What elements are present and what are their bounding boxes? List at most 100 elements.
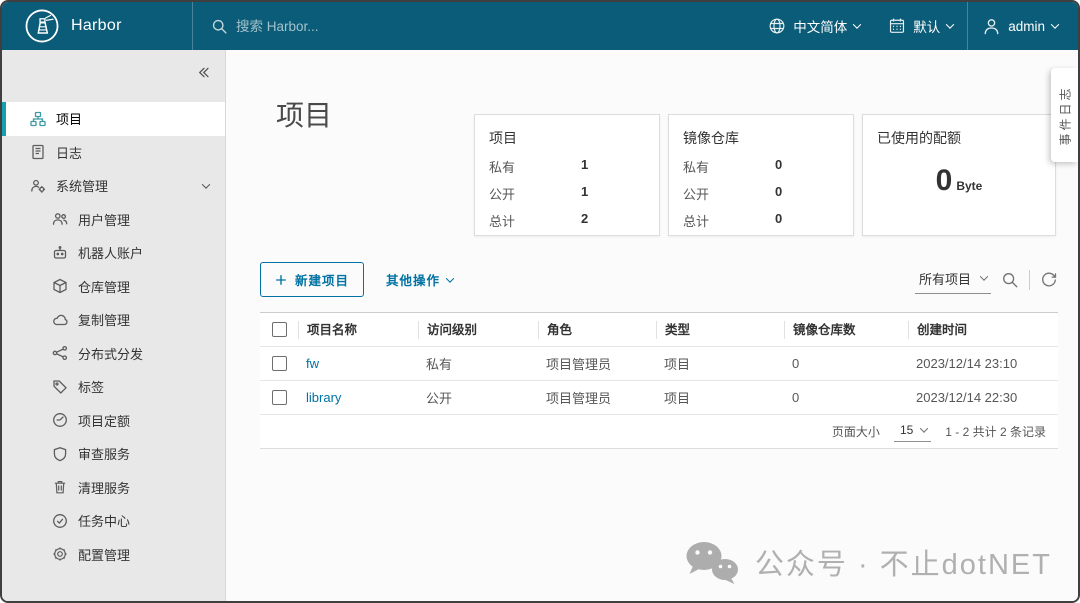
brand[interactable]: Harbor: [2, 8, 192, 44]
main-content: 项目 项目 私有 1 公开 1 总计 2 镜像仓库 私有 0 公开 0 总计 0 已使用的配…: [226, 50, 1078, 601]
card-title: 项目: [489, 130, 517, 146]
row-checkbox[interactable]: [271, 390, 287, 405]
trash-icon: [54, 481, 66, 494]
project-name-link[interactable]: fw: [306, 356, 319, 371]
sidebar-item-label: 清理服务: [78, 480, 131, 496]
column-header-role[interactable]: 角色: [538, 320, 656, 339]
watermark-text: 公众号 · 不止dotNET: [754, 549, 1052, 581]
chevron-down-icon: [945, 20, 955, 29]
search-icon: [211, 18, 228, 35]
registry-cube-icon: [53, 279, 67, 294]
sidebar-item-project-quotas[interactable]: 项目定额: [2, 404, 225, 438]
event-log-tab[interactable]: 事件日志: [1051, 68, 1078, 162]
card-title: 已使用的配额: [877, 130, 961, 146]
user-label: admin: [1008, 18, 1045, 34]
chevron-down-icon: [979, 272, 989, 281]
card-title: 镜像仓库: [683, 130, 739, 146]
sidebar-item-system-admin[interactable]: 系统管理: [2, 169, 225, 203]
language-menu[interactable]: 中文简体: [754, 2, 874, 50]
stat-value: 2: [581, 211, 589, 226]
table-header-row: 项目名称 访问级别 角色 类型 镜像仓库数 创建时间: [260, 313, 1058, 346]
sidebar-item-label: 机器人账户: [78, 246, 144, 262]
stat-value: 0: [775, 157, 783, 172]
collapse-double-chevron-icon[interactable]: [196, 65, 211, 80]
sidebar-item-robot-accounts[interactable]: 机器人账户: [2, 236, 225, 270]
projects-icon: [30, 111, 46, 126]
project-name-link[interactable]: library: [306, 390, 341, 405]
records-range: 1 - 2 共计 2 条记录: [945, 425, 1046, 439]
more-actions-button[interactable]: 其他操作: [386, 270, 455, 289]
theme-label: 默认: [913, 20, 941, 35]
stat-value: 0: [775, 184, 783, 199]
sidebar-item-replications[interactable]: 复制管理: [2, 303, 225, 337]
sidebar-item-interrogation-services[interactable]: 审查服务: [2, 437, 225, 471]
harbor-lighthouse-logo: [24, 8, 60, 44]
navbar-right: 中文简体 默认 admin: [754, 2, 1078, 50]
top-navbar: Harbor 中文简体: [2, 2, 1078, 50]
global-search: [193, 18, 754, 35]
page-size-label: 页面大小: [831, 425, 880, 439]
stat-label: 总计: [489, 214, 516, 229]
column-header-access[interactable]: 访问级别: [418, 320, 538, 339]
cell-repo-count: 0: [792, 390, 800, 405]
cell-created: 2023/12/14 23:10: [916, 356, 1018, 371]
page-size-select[interactable]: 15: [893, 421, 932, 442]
sidebar-item-distribution[interactable]: 分布式分发: [2, 337, 225, 371]
chevron-down-icon: [852, 20, 862, 29]
quota-gauge-icon: [53, 413, 67, 428]
quota-card: 已使用的配额 0 Byte: [862, 114, 1056, 236]
sidebar-item-user-management[interactable]: 用户管理: [2, 203, 225, 237]
cell-role: 项目管理员: [546, 357, 612, 372]
column-header-created[interactable]: 创建时间: [908, 320, 1058, 339]
search-input[interactable]: [236, 18, 556, 34]
sidebar-item-labels[interactable]: 标签: [2, 370, 225, 404]
user-menu[interactable]: admin: [968, 2, 1078, 50]
distribution-share-icon: [52, 346, 68, 361]
sidebar-item-logs[interactable]: 日志: [2, 136, 225, 170]
stat-label: 私有: [683, 160, 710, 175]
quota-value: 0: [935, 164, 953, 197]
cell-type: 项目: [664, 391, 691, 406]
sidebar: 项目 日志 系统管理 用户管理 机器人账户 仓库管理 复制管理 分布式分发 标签…: [2, 50, 226, 601]
stat-label: 总计: [683, 214, 710, 229]
sidebar-item-label: 用户管理: [78, 212, 131, 228]
refresh-icon: [1042, 272, 1057, 286]
sidebar-item-label: 仓库管理: [78, 279, 131, 295]
sidebar-item-label: 项目: [56, 112, 83, 128]
refresh-button[interactable]: [1040, 271, 1058, 289]
column-header-type[interactable]: 类型: [656, 320, 784, 339]
column-header-repo-count[interactable]: 镜像仓库数: [784, 320, 908, 339]
logs-icon: [32, 145, 44, 160]
project-filter-select[interactable]: 所有项目: [914, 266, 991, 294]
cell-repo-count: 0: [792, 356, 800, 371]
summary-cards: 项目 私有 1 公开 1 总计 2 镜像仓库 私有 0 公开 0 总计 0 已使用的配额 0…: [474, 114, 1056, 236]
stat-label: 公开: [683, 187, 710, 202]
sidebar-item-garbage-collection[interactable]: 清理服务: [2, 471, 225, 505]
search-icon: [1003, 272, 1018, 287]
cell-access: 公开: [426, 391, 453, 406]
projects-card: 项目 私有 1 公开 1 总计 2: [474, 114, 660, 236]
projects-table: 项目名称 访问级别 角色 类型 镜像仓库数 创建时间 fw 私有 项目管理员 项…: [260, 312, 1058, 449]
page-title: 项目: [276, 100, 333, 131]
sidebar-item-label: 配置管理: [78, 547, 131, 563]
event-log-tab-label: 事件日志: [1058, 84, 1073, 146]
row-checkbox[interactable]: [271, 356, 287, 371]
sidebar-item-job-center[interactable]: 任务中心: [2, 504, 225, 538]
filter-selected-label: 所有项目: [918, 271, 971, 287]
new-project-button[interactable]: 新建项目: [260, 262, 365, 297]
theme-menu[interactable]: 默认: [874, 2, 967, 50]
column-header-name[interactable]: 项目名称: [298, 320, 418, 339]
shield-icon: [53, 446, 67, 462]
sidebar-item-projects[interactable]: 项目: [2, 102, 225, 136]
cell-access: 私有: [426, 357, 453, 372]
globe-icon: [768, 17, 786, 35]
sidebar-item-label: 系统管理: [56, 179, 109, 195]
select-all-checkbox[interactable]: [271, 322, 287, 337]
cell-created: 2023/12/14 22:30: [916, 390, 1018, 405]
table-search-button[interactable]: [1001, 271, 1019, 289]
sidebar-item-registries[interactable]: 仓库管理: [2, 270, 225, 304]
gear-icon: [53, 547, 67, 561]
chevron-down-icon: [1050, 20, 1060, 29]
sidebar-item-configuration[interactable]: 配置管理: [2, 538, 225, 572]
cell-type: 项目: [664, 357, 691, 372]
